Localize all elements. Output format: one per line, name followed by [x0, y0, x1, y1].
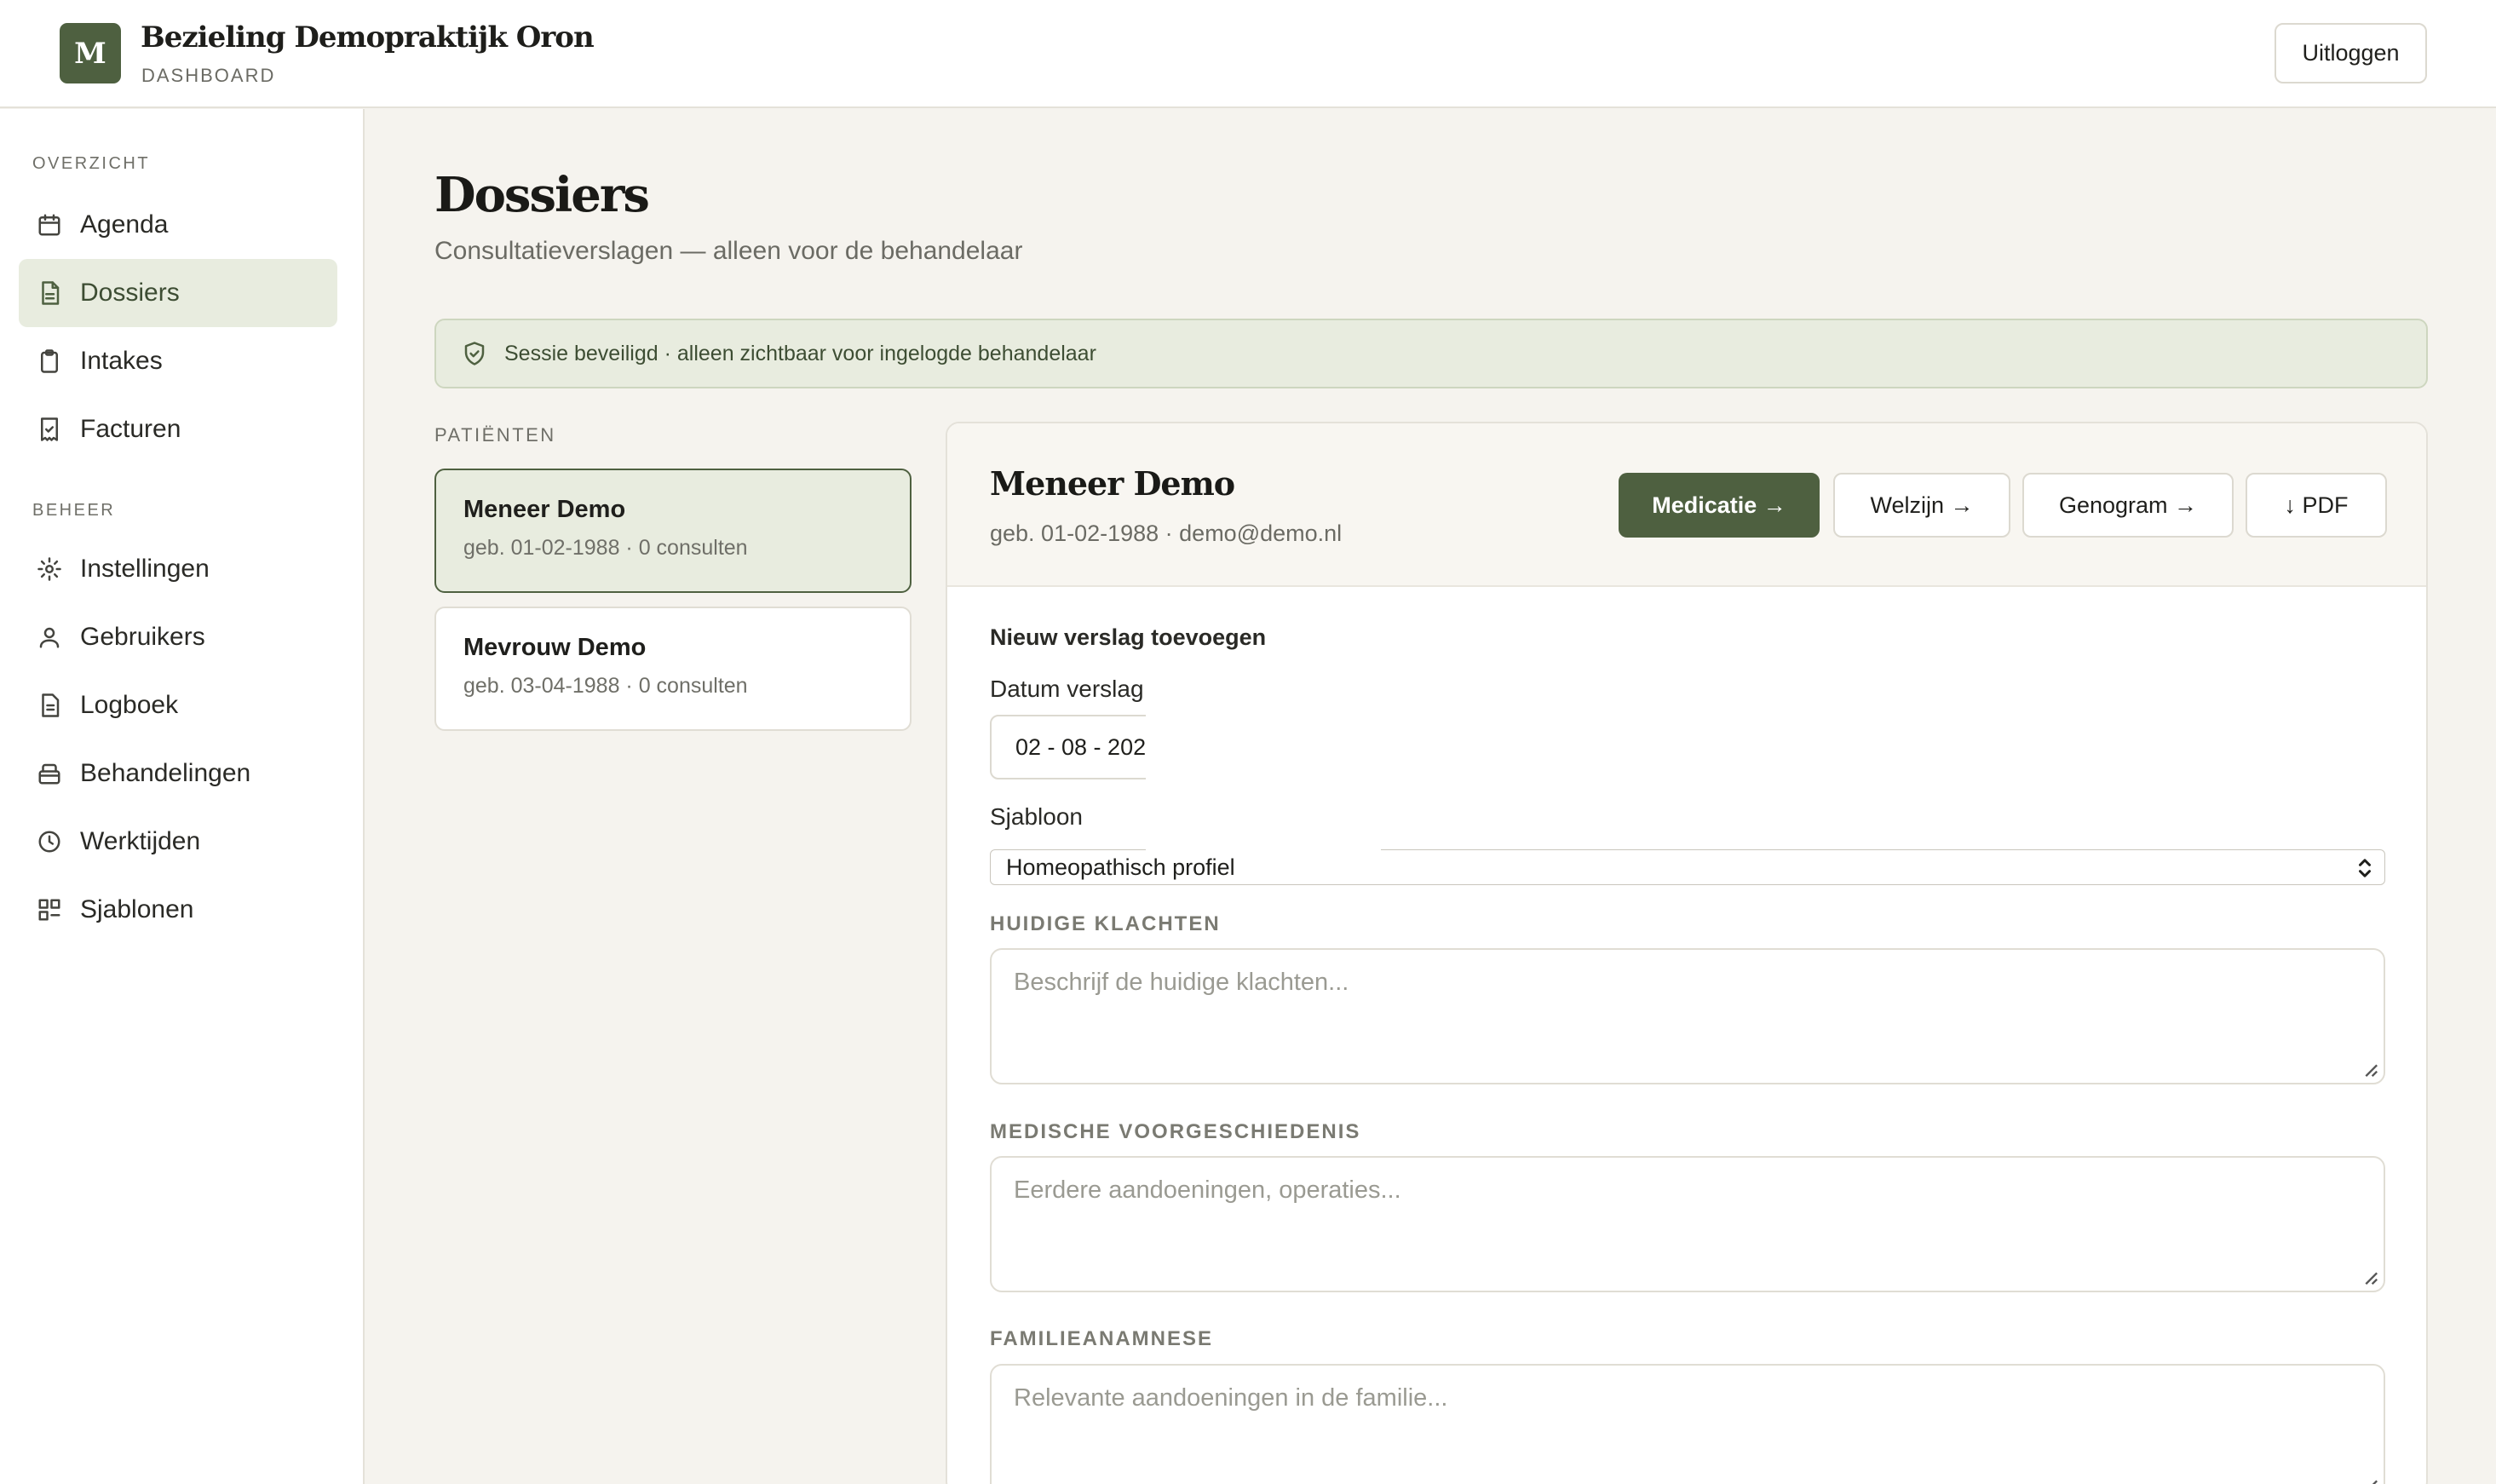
patient-meta: geb. 01-02-1988 · 0 consulten [463, 536, 748, 560]
resize-grip-icon[interactable] [2360, 1267, 2378, 1286]
section-label-medical-history: MEDISCHE VOORGESCHIEDENIS [990, 1120, 1361, 1143]
sidebar-item-label: Behandelingen [80, 759, 251, 787]
current-complaints-textarea[interactable]: Beschrijf de huidige klachten... [990, 948, 2385, 1084]
template-select-value: Homeopathisch profiel [1006, 854, 1235, 880]
receipt-icon [36, 416, 63, 443]
patient-detail-panel: Meneer Demo geb. 01-02-1988 · demo@demo.… [946, 422, 2428, 1484]
patient-meta: geb. 03-04-1988 · 0 consulten [463, 674, 748, 698]
date-label: Datum verslag [990, 676, 1144, 702]
patient-detail-meta: geb. 01-02-1988 · demo@demo.nl [990, 521, 1343, 546]
users-icon [36, 624, 63, 651]
resize-grip-icon[interactable] [2360, 1475, 2378, 1484]
box-icon [36, 760, 63, 787]
sidebar-section-manage: BEHEER [32, 501, 116, 520]
sidebar-item-label: Facturen [80, 415, 181, 443]
sidebar-item-label: Agenda [80, 210, 169, 239]
wellbeing-button[interactable]: Welzijn → [1833, 473, 2010, 538]
select-chevron-icon [2359, 859, 2371, 877]
sidebar-item-intakes[interactable]: Intakes [19, 327, 337, 395]
top-header: M Bezieling Demopraktijk Oron DASHBOARD … [0, 0, 2496, 108]
textarea-placeholder: Beschrijf de huidige klachten... [1014, 969, 1349, 996]
new-report-title: Nieuw verslag toevoegen [990, 624, 1267, 650]
calendar-icon [36, 211, 63, 239]
gear-icon [36, 555, 63, 583]
family-history-textarea[interactable]: Relevante aandoeningen in de familie... [990, 1364, 2385, 1484]
sidebar-item-instellingen[interactable]: Instellingen [19, 535, 337, 603]
medical-history-textarea[interactable]: Eerdere aandoeningen, operaties... [990, 1156, 2385, 1292]
patient-card-mevrouw-demo[interactable]: Mevrouw Demo geb. 03-04-1988 · 0 consult… [434, 607, 912, 731]
sidebar-item-label: Werktijden [80, 827, 201, 855]
sidebar-item-behandelingen[interactable]: Behandelingen [19, 739, 337, 808]
sidebar-item-label: Dossiers [80, 279, 180, 307]
patient-detail-header: Meneer Demo geb. 01-02-1988 · demo@demo.… [947, 423, 2426, 587]
brand-subtitle: DASHBOARD [141, 65, 276, 86]
sidebar-section-overview: OVERZICHT [32, 154, 151, 173]
shield-check-icon [464, 342, 485, 365]
security-notice: Sessie beveiligd · alleen zichtbaar voor… [434, 319, 2428, 388]
template-select[interactable]: Homeopathisch profiel [990, 849, 2385, 885]
sidebar-item-facturen[interactable]: Facturen [19, 395, 337, 463]
page-title: Dossiers [434, 167, 650, 223]
pdf-download-button[interactable]: ↓ PDF [2246, 473, 2387, 538]
report-date-value: 02 - 08 - 202 [1015, 733, 1147, 760]
templates-icon [36, 896, 63, 923]
sidebar-item-logboek[interactable]: Logboek [19, 671, 337, 739]
resize-grip-icon[interactable] [2360, 1059, 2378, 1078]
sidebar: OVERZICHT Agenda Dossiers Intakes Factur… [0, 109, 365, 1484]
patient-name: Meneer Demo [463, 496, 626, 523]
sidebar-item-sjablonen[interactable]: Sjablonen [19, 876, 337, 944]
clock-icon [36, 828, 63, 855]
section-label-current-complaints: HUIDIGE KLACHTEN [990, 912, 1221, 935]
sidebar-item-label: Intakes [80, 347, 163, 375]
section-label-family-history: FAMILIEANAMNESE [990, 1327, 1214, 1350]
brand-logo: M [60, 23, 121, 83]
template-label: Sjabloon [990, 803, 1083, 830]
genogram-button[interactable]: Genogram → [2022, 473, 2234, 538]
patient-name: Mevrouw Demo [463, 634, 647, 661]
sidebar-item-agenda[interactable]: Agenda [19, 191, 337, 259]
sidebar-item-label: Logboek [80, 691, 179, 719]
clipboard-icon [36, 348, 63, 375]
sidebar-item-gebruikers[interactable]: Gebruikers [19, 603, 337, 671]
logbook-icon [36, 692, 63, 719]
logout-button[interactable]: Uitloggen [2275, 23, 2427, 83]
sidebar-item-label: Instellingen [80, 555, 210, 583]
page-subtitle: Consultatieverslagen — alleen voor de be… [434, 237, 1023, 265]
patients-label: PATIËNTEN [434, 424, 556, 446]
brand-title: Bezieling Demopraktijk Oron [141, 20, 595, 55]
textarea-placeholder: Eerdere aandoeningen, operaties... [1014, 1176, 1401, 1204]
sidebar-item-label: Gebruikers [80, 623, 205, 651]
patient-detail-name: Meneer Demo [990, 464, 1235, 503]
sidebar-item-label: Sjablonen [80, 895, 194, 923]
document-icon [36, 279, 63, 307]
medication-button[interactable]: Medicatie → [1619, 473, 1820, 538]
sidebar-item-dossiers[interactable]: Dossiers [19, 259, 337, 327]
sidebar-item-werktijden[interactable]: Werktijden [19, 808, 337, 876]
patient-card-meneer-demo[interactable]: Meneer Demo geb. 01-02-1988 · 0 consulte… [434, 469, 912, 593]
overlay-patch [1146, 660, 1381, 852]
security-notice-text: Sessie beveiligd · alleen zichtbaar voor… [504, 341, 1096, 365]
textarea-placeholder: Relevante aandoeningen in de familie... [1014, 1384, 1448, 1412]
